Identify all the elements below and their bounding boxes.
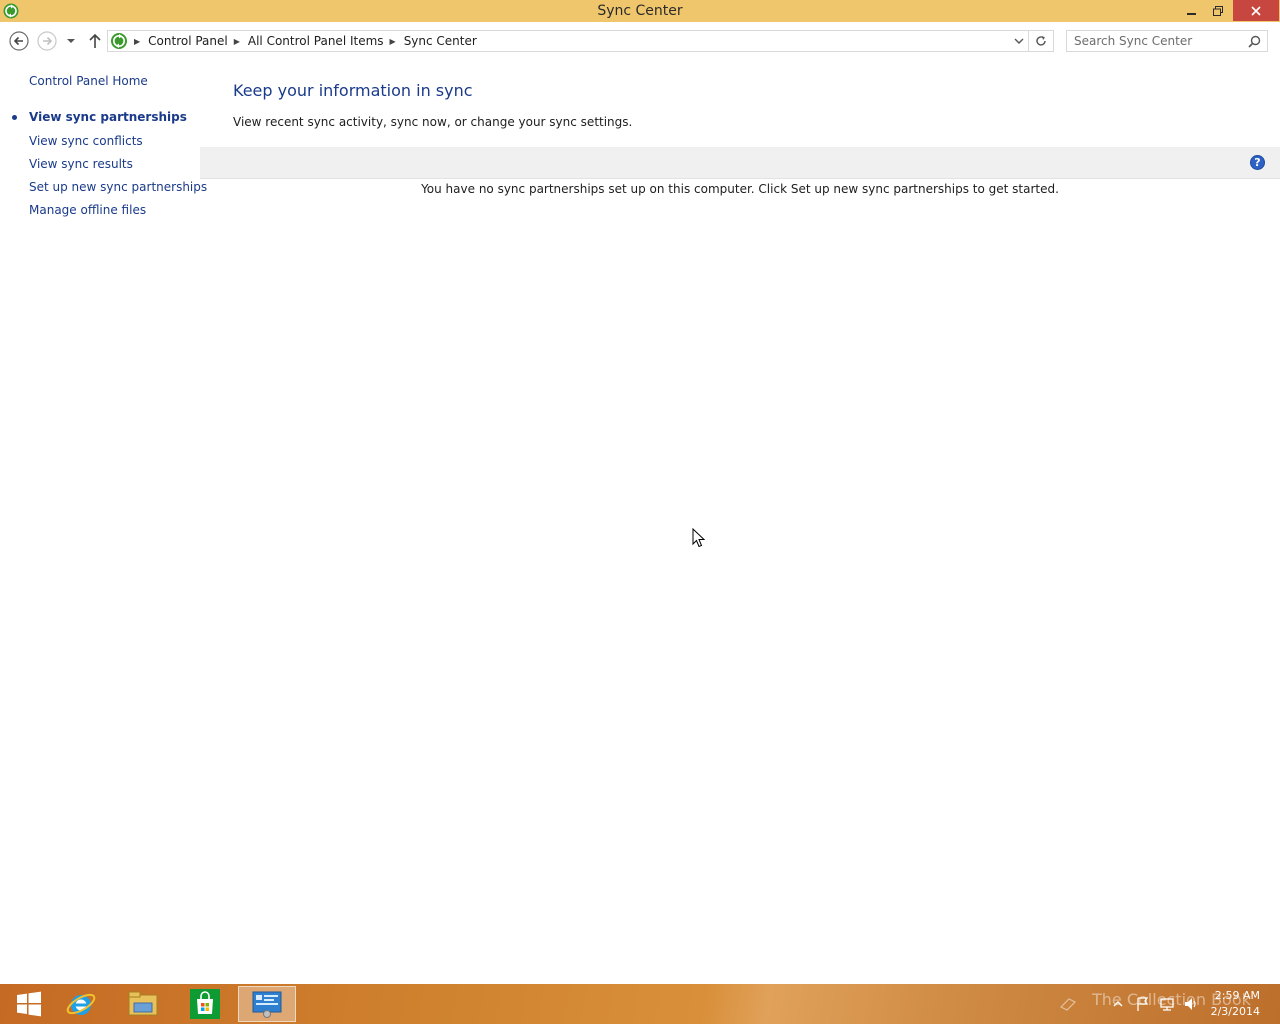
- clock-time: 2:59 AM: [1214, 989, 1260, 1002]
- breadcrumb-sync-center[interactable]: Sync Center: [404, 34, 477, 48]
- active-item-bullet-icon: [12, 115, 17, 120]
- view-sync-results-link[interactable]: View sync results: [29, 157, 133, 171]
- control-panel-icon: [252, 991, 282, 1018]
- back-arrow-icon: [9, 31, 29, 51]
- left-navigation-pane: Control Panel Home View sync partnership…: [0, 60, 207, 984]
- action-center-flag-icon[interactable]: [1135, 996, 1151, 1012]
- network-icon[interactable]: [1159, 996, 1175, 1012]
- taskbar: The Collection Book 2:59 AM 2/3/2014: [0, 984, 1280, 1024]
- sync-center-location-icon: [111, 33, 127, 49]
- close-icon: [1251, 5, 1261, 16]
- breadcrumb-separator-icon[interactable]: ▶: [390, 37, 396, 46]
- store-icon: [190, 989, 220, 1019]
- back-button[interactable]: [9, 31, 29, 51]
- control-panel-home-link[interactable]: Control Panel Home: [29, 74, 148, 88]
- view-sync-partnerships-link[interactable]: View sync partnerships: [29, 110, 187, 124]
- taskbar-clock[interactable]: 2:59 AM 2/3/2014: [1211, 988, 1260, 1020]
- restore-button[interactable]: [1204, 0, 1232, 21]
- file-explorer-button[interactable]: [114, 986, 172, 1022]
- up-arrow-icon: [89, 33, 101, 48]
- help-icon[interactable]: ?: [1250, 155, 1265, 170]
- title-bar: Sync Center: [0, 0, 1280, 22]
- book-logo-icon: [1060, 998, 1076, 1011]
- internet-explorer-icon: [66, 993, 96, 1015]
- page-title: Keep your information in sync: [233, 81, 473, 100]
- chevron-down-icon: [67, 39, 75, 43]
- show-hidden-icons-icon[interactable]: [1110, 996, 1126, 1012]
- refresh-icon: [1036, 36, 1046, 46]
- forward-arrow-icon: [37, 31, 57, 51]
- volume-icon[interactable]: [1183, 996, 1199, 1012]
- command-bar: ?: [200, 147, 1280, 179]
- empty-state-message: You have no sync partnerships set up on …: [421, 182, 1059, 196]
- store-button[interactable]: [176, 986, 234, 1022]
- notification-area: The Collection Book 2:59 AM 2/3/2014: [1020, 984, 1280, 1024]
- set-up-new-sync-partnerships-link[interactable]: Set up new sync partnerships: [29, 180, 207, 194]
- chevron-down-icon: [1014, 38, 1024, 44]
- manage-offline-files-link[interactable]: Manage offline files: [29, 203, 146, 217]
- close-button[interactable]: [1233, 0, 1279, 21]
- restore-icon: [1213, 5, 1223, 16]
- breadcrumb-all-control-panel-items[interactable]: All Control Panel Items: [248, 34, 384, 48]
- minimize-button[interactable]: [1178, 0, 1206, 21]
- search-box[interactable]: [1066, 30, 1268, 52]
- search-icon[interactable]: [1248, 35, 1261, 48]
- navigation-bar: ▶ Control Panel ▶ All Control Panel Item…: [0, 22, 1280, 60]
- breadcrumb-separator-icon[interactable]: ▶: [134, 37, 140, 46]
- mouse-cursor-icon: [692, 528, 706, 548]
- forward-button[interactable]: [37, 31, 57, 51]
- address-history-dropdown[interactable]: [1012, 34, 1026, 48]
- up-button[interactable]: [85, 31, 105, 51]
- view-sync-conflicts-link[interactable]: View sync conflicts: [29, 134, 143, 148]
- recent-locations-button[interactable]: [63, 31, 79, 51]
- breadcrumb-control-panel[interactable]: Control Panel: [148, 34, 228, 48]
- breadcrumb-separator-icon[interactable]: ▶: [234, 37, 240, 46]
- control-panel-taskbar-button[interactable]: [238, 986, 296, 1022]
- search-input[interactable]: [1074, 34, 1244, 48]
- window-title: Sync Center: [597, 3, 683, 19]
- start-button[interactable]: [0, 986, 58, 1022]
- page-description: View recent sync activity, sync now, or …: [233, 115, 633, 129]
- start-icon: [17, 991, 41, 1017]
- file-explorer-icon: [128, 991, 158, 1016]
- address-bar[interactable]: ▶ Control Panel ▶ All Control Panel Item…: [107, 30, 1029, 52]
- internet-explorer-button[interactable]: [52, 986, 110, 1022]
- refresh-button[interactable]: [1029, 30, 1054, 52]
- clock-date: 2/3/2014: [1210, 1005, 1260, 1018]
- minimize-icon: [1187, 12, 1196, 15]
